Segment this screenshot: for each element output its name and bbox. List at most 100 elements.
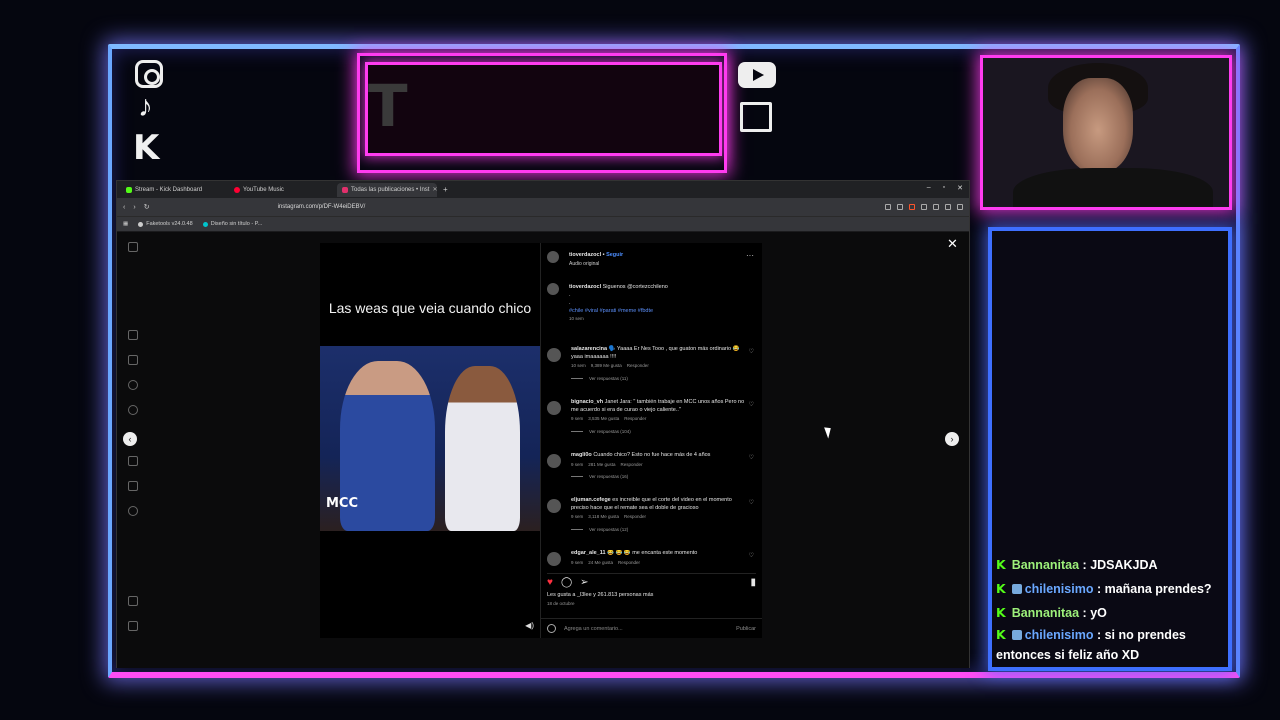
caption-dot: .: [569, 292, 571, 298]
profile-icon[interactable]: [128, 506, 138, 516]
more-menu-icon[interactable]: [128, 596, 138, 606]
extension-icon[interactable]: [885, 204, 891, 210]
reply-button[interactable]: Responder: [618, 560, 640, 565]
view-replies-label: Ver respuestas (104): [589, 428, 631, 434]
instagram-logo-icon[interactable]: [128, 242, 138, 252]
tab-kick-dashboard[interactable]: Stream - Kick Dashboard: [121, 183, 229, 197]
like-post-icon[interactable]: ♥: [547, 577, 553, 588]
commenter-avatar[interactable]: [547, 499, 561, 513]
caption-hashtags[interactable]: #chile #viral #parati #meme #fbdte: [569, 307, 756, 315]
kick-badge-icon: K: [996, 557, 1006, 572]
home-icon[interactable]: [128, 330, 138, 340]
comment-username[interactable]: eljuman.cefege: [571, 497, 611, 503]
likes-summary[interactable]: Les gusta a _l3lee y 261.813 personas má…: [547, 592, 653, 598]
commenter-avatar[interactable]: [547, 454, 561, 468]
more-options-icon[interactable]: ···: [746, 251, 754, 260]
new-tab-button[interactable]: +: [443, 185, 448, 194]
follow-button[interactable]: Seguir: [606, 252, 623, 258]
threads-icon[interactable]: [128, 621, 138, 631]
close-modal-icon[interactable]: ✕: [947, 236, 958, 252]
like-comment-icon[interactable]: ♡: [749, 454, 754, 461]
subscriber-badge-icon: [1011, 630, 1022, 640]
prev-post-icon[interactable]: ‹: [123, 432, 137, 446]
comment-username[interactable]: magli0o: [571, 452, 592, 458]
reply-button[interactable]: Responder: [624, 416, 646, 421]
tab-youtube-music[interactable]: YouTube Music: [229, 183, 337, 197]
comment-input[interactable]: Agrega un comentario...: [564, 626, 623, 632]
comment-likes[interactable]: 3,535 Me gusta: [588, 416, 619, 421]
search-icon[interactable]: [128, 405, 138, 415]
comment-time: 9 sem: [571, 559, 584, 565]
like-comment-icon[interactable]: ♡: [749, 552, 754, 559]
view-replies[interactable]: Ver respuestas (11): [571, 376, 756, 381]
downloads-icon[interactable]: [921, 204, 927, 210]
sidebar-icon[interactable]: [933, 204, 939, 210]
explore-icon[interactable]: [128, 355, 138, 365]
view-replies[interactable]: Ver respuestas (16): [571, 474, 756, 479]
comment-username[interactable]: edgar_ale_11: [571, 550, 606, 556]
commenter-avatar[interactable]: [547, 552, 561, 566]
reload-icon[interactable]: ↻: [144, 203, 150, 211]
notifications-icon[interactable]: [128, 456, 138, 466]
reply-button[interactable]: Responder: [624, 514, 646, 519]
create-icon[interactable]: [128, 481, 138, 491]
webcam-shirt: [1013, 168, 1213, 207]
share-post-icon[interactable]: ➢: [580, 577, 588, 588]
next-post-icon[interactable]: ›: [945, 432, 959, 446]
comment-icon[interactable]: ◯: [561, 577, 572, 588]
bookmark-faketools[interactable]: Faketools v24.0.48: [138, 221, 193, 227]
reply-button[interactable]: Responder: [627, 363, 649, 368]
view-replies-label: Ver respuestas (11): [589, 375, 628, 381]
brave-shield-icon[interactable]: [909, 204, 915, 210]
author-line: tioverdazocl • Seguir: [569, 252, 624, 258]
video-person-right: [445, 366, 520, 531]
maximize-button[interactable]: ▫: [943, 184, 945, 192]
commenter-avatar[interactable]: [547, 348, 561, 362]
caption-author[interactable]: tioverdazocl: [569, 284, 601, 290]
comment-likes[interactable]: 3,118 Me gusta: [588, 514, 619, 519]
comment-likes[interactable]: 24 Me gusta: [588, 560, 613, 565]
comment-username[interactable]: salazarencina: [571, 346, 607, 352]
publish-button[interactable]: Publicar: [736, 626, 756, 632]
comment-likes[interactable]: 9,389 Me gusta: [591, 363, 622, 368]
close-tab-icon[interactable]: ✕: [432, 186, 437, 193]
comment-body: bignacio_vh Janet Jara: " también trabaj…: [571, 399, 746, 423]
author-username[interactable]: tioverdazocl: [569, 252, 601, 258]
save-post-icon[interactable]: ▮: [750, 577, 756, 588]
like-comment-icon[interactable]: ♡: [749, 499, 754, 506]
comment-body: magli0o Cuando chico? Esto no fue hace m…: [571, 452, 746, 468]
view-replies[interactable]: Ver respuestas (104): [571, 429, 756, 434]
mute-icon[interactable]: ◀): [525, 621, 534, 630]
view-replies[interactable]: Ver respuestas (12): [571, 527, 756, 532]
url-field[interactable]: instagram.com/p/DF-W4eiDEBV/: [278, 204, 366, 210]
chat-username: Bannanitaa: [1011, 558, 1080, 572]
menu-icon[interactable]: [957, 204, 963, 210]
chat-separator: :: [1079, 558, 1091, 572]
apps-grid-icon[interactable]: ▦: [123, 221, 128, 227]
tab-instagram[interactable]: Todas las publicaciones • Inst ✕: [337, 182, 437, 197]
comment-likes[interactable]: 281 Me gusta: [588, 462, 615, 467]
back-icon[interactable]: ‹: [123, 204, 125, 211]
share-icon[interactable]: [897, 204, 903, 210]
comment-item: eljuman.cefege es increible que el corte…: [547, 497, 756, 532]
author-avatar[interactable]: [547, 251, 559, 263]
emoji-icon[interactable]: [547, 624, 556, 633]
reply-button[interactable]: Responder: [621, 462, 643, 467]
comment-text: Cuando chico? Esto no fue hace más de 4 …: [593, 452, 711, 458]
like-comment-icon[interactable]: ♡: [749, 401, 754, 408]
tiktok-icon: ♪: [138, 90, 153, 123]
author-avatar[interactable]: [547, 283, 559, 295]
forward-icon[interactable]: ›: [133, 204, 135, 211]
audio-label[interactable]: Audio original: [569, 261, 599, 267]
reel-video[interactable]: Las weas que veia cuando chico MCC ◀): [320, 243, 540, 638]
messages-icon[interactable]: [128, 380, 138, 390]
commenter-avatar[interactable]: [547, 401, 561, 415]
comment-time: 9 sem: [571, 416, 584, 421]
instagram-icon: [135, 60, 163, 88]
close-window-button[interactable]: ✕: [957, 184, 963, 192]
bookmark-canva[interactable]: Diseño sin título - P...: [202, 221, 262, 227]
like-comment-icon[interactable]: ♡: [749, 348, 754, 355]
comment-username[interactable]: bignacio_vh: [571, 399, 603, 405]
wallet-icon[interactable]: [945, 204, 951, 210]
minimize-button[interactable]: –: [927, 184, 931, 192]
